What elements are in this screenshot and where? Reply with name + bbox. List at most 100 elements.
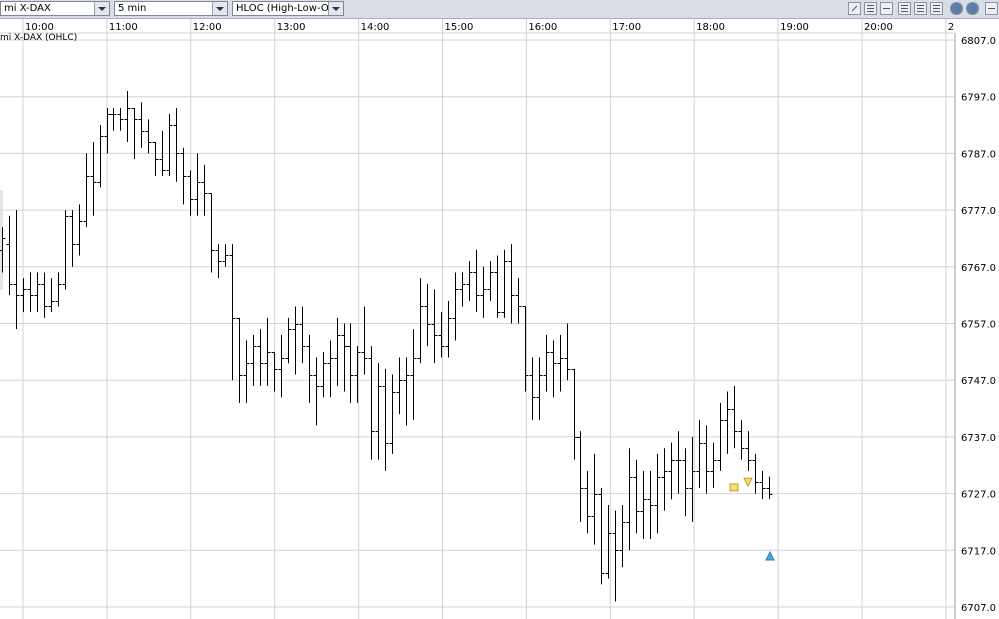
ohlc-bar[interactable] xyxy=(501,249,508,318)
ohlc-bar[interactable] xyxy=(180,147,187,205)
ohlc-bar[interactable] xyxy=(577,431,584,522)
ohlc-bar[interactable] xyxy=(131,108,138,160)
sell-marker-triangle[interactable] xyxy=(743,477,753,488)
ohlc-bar[interactable] xyxy=(459,272,466,307)
ohlc-bar[interactable] xyxy=(278,334,285,398)
ohlc-bar[interactable] xyxy=(361,306,368,375)
ohlc-bar[interactable] xyxy=(710,442,717,488)
ohlc-bar[interactable] xyxy=(647,470,654,539)
ohlc-bar[interactable] xyxy=(438,312,445,358)
ohlc-bar[interactable] xyxy=(341,323,348,392)
ohlc-bar[interactable] xyxy=(306,334,313,403)
ohlc-bar[interactable] xyxy=(766,476,773,500)
ohlc-bar[interactable] xyxy=(703,425,710,494)
ohlc-bar[interactable] xyxy=(584,470,591,534)
ohlc-bar[interactable] xyxy=(696,419,703,488)
ohlc-bar[interactable] xyxy=(612,510,619,602)
ohlc-bar[interactable] xyxy=(564,323,571,381)
ohlc-bar[interactable] xyxy=(752,453,759,494)
ohlc-bar[interactable] xyxy=(34,272,41,313)
ohlc-bar[interactable] xyxy=(417,278,424,364)
chevron-down-icon[interactable] xyxy=(328,2,343,15)
ohlc-bar[interactable] xyxy=(591,453,598,545)
ohlc-bar[interactable] xyxy=(97,125,104,188)
ohlc-bar[interactable] xyxy=(229,244,236,381)
window-icon[interactable] xyxy=(985,2,998,15)
ohlc-bar[interactable] xyxy=(661,448,668,511)
ohlc-bar[interactable] xyxy=(264,317,271,386)
ohlc-bar[interactable] xyxy=(522,306,529,392)
ohlc-bar[interactable] xyxy=(668,442,675,500)
ohlc-bar[interactable] xyxy=(104,108,111,154)
ohlc-bar[interactable] xyxy=(508,244,515,324)
ohlc-bar[interactable] xyxy=(271,351,278,392)
ohlc-bar[interactable] xyxy=(598,487,605,585)
ohlc-bar[interactable] xyxy=(724,391,731,454)
ohlc-bar[interactable] xyxy=(55,272,62,307)
ohlc-bar[interactable] xyxy=(375,363,382,460)
ohlc-bar[interactable] xyxy=(327,340,334,398)
eraser-icon[interactable] xyxy=(880,2,893,15)
ohlc-bar[interactable] xyxy=(354,346,361,403)
ohlc-bar[interactable] xyxy=(347,323,354,403)
ohlc-bar[interactable] xyxy=(313,357,320,426)
ohlc-bar[interactable] xyxy=(41,272,48,318)
ohlc-bar[interactable] xyxy=(194,153,201,216)
ohlc-bar[interactable] xyxy=(173,108,180,182)
gear-icon[interactable] xyxy=(966,2,979,15)
ohlc-bar[interactable] xyxy=(473,249,480,313)
sell-marker-square[interactable] xyxy=(729,483,739,492)
ohlc-bar[interactable] xyxy=(675,431,682,494)
ohlc-bar[interactable] xyxy=(152,142,159,177)
ohlc-bar[interactable] xyxy=(396,357,403,415)
ohlc-bar[interactable] xyxy=(222,244,229,267)
chart-style-select[interactable]: HLOC (High-Low-Op xyxy=(232,1,344,16)
ohlc-bar[interactable] xyxy=(13,210,20,330)
ohlc-bar[interactable] xyxy=(536,357,543,420)
ohlc-bar[interactable] xyxy=(166,113,173,177)
ohlc-bar[interactable] xyxy=(557,334,564,392)
ohlc-bar[interactable] xyxy=(682,448,689,517)
list-icon[interactable] xyxy=(864,2,877,15)
interval-select[interactable]: 5 min xyxy=(114,1,228,16)
ohlc-bar[interactable] xyxy=(76,204,83,256)
grid-icon[interactable] xyxy=(914,2,927,15)
ohlc-bar[interactable] xyxy=(431,289,438,364)
ohlc-bar[interactable] xyxy=(250,334,257,386)
ohlc-bar[interactable] xyxy=(201,164,208,216)
grid-icon[interactable] xyxy=(930,2,943,15)
ohlc-bar[interactable] xyxy=(243,340,250,403)
ohlc-bar[interactable] xyxy=(334,317,341,386)
chevron-down-icon[interactable] xyxy=(212,2,227,15)
ohlc-bar[interactable] xyxy=(48,278,55,313)
ohlc-bar[interactable] xyxy=(110,108,117,131)
ohlc-bar[interactable] xyxy=(285,317,292,364)
ohlc-bar[interactable] xyxy=(626,448,633,551)
ohlc-bar[interactable] xyxy=(257,329,264,386)
ohlc-bar[interactable] xyxy=(480,266,487,318)
ohlc-bar[interactable] xyxy=(215,244,222,279)
pencil-icon[interactable] xyxy=(848,2,861,15)
chevron-down-icon[interactable] xyxy=(94,2,109,15)
ohlc-bar[interactable] xyxy=(138,102,145,148)
ohlc-bar[interactable] xyxy=(445,300,452,358)
ohlc-bar[interactable] xyxy=(83,153,90,228)
ohlc-bar[interactable] xyxy=(494,255,501,318)
ohlc-bar[interactable] xyxy=(20,278,27,313)
ohlc-bar[interactable] xyxy=(738,419,745,460)
ohlc-bar[interactable] xyxy=(382,368,389,471)
circle-icon[interactable] xyxy=(950,2,963,15)
ohlc-bar[interactable] xyxy=(27,272,34,313)
ohlc-bar[interactable] xyxy=(550,340,557,398)
ohlc-bar[interactable] xyxy=(640,470,647,539)
ohlc-bar[interactable] xyxy=(452,272,459,341)
ohlc-bar[interactable] xyxy=(619,504,626,568)
ohlc-bar[interactable] xyxy=(0,227,6,273)
ohlc-bar[interactable] xyxy=(571,368,578,460)
ohlc-bar[interactable] xyxy=(187,170,194,216)
ohlc-bar[interactable] xyxy=(731,385,738,449)
ohlc-bar[interactable] xyxy=(320,351,327,398)
ohlc-bar[interactable] xyxy=(410,329,417,420)
ohlc-bar[interactable] xyxy=(299,306,306,364)
ohlc-bar[interactable] xyxy=(424,283,431,347)
